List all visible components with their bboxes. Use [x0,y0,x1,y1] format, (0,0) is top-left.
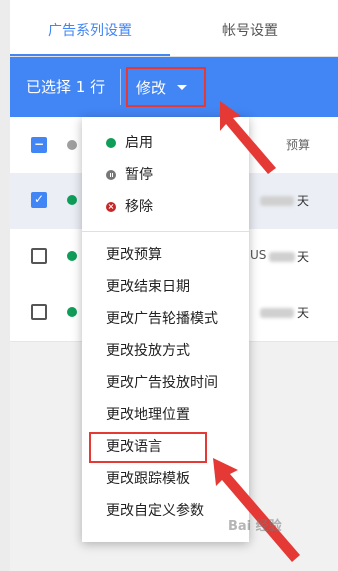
annotation-arrows [213,101,300,562]
arrow-to-edit-icon [220,101,276,174]
watermark: Bai 经验 [228,519,282,534]
arrow-to-language-icon [213,458,300,562]
